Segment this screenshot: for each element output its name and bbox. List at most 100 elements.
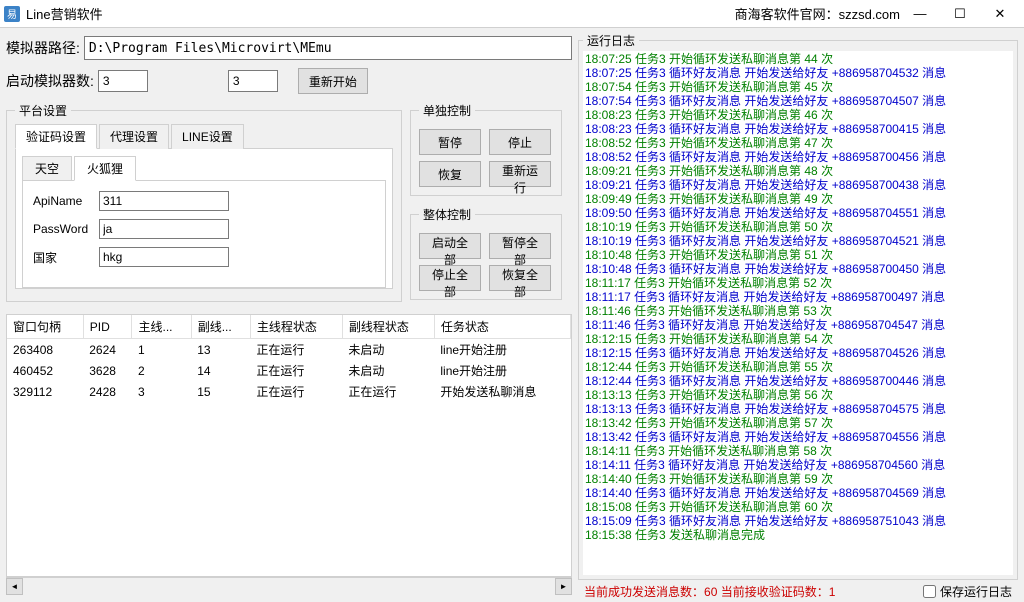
log-line: 18:11:17 任务3 循环好友消息 开始发送给好友 +88695870049… bbox=[585, 290, 1011, 304]
emulator-count-input-2[interactable] bbox=[228, 70, 278, 92]
table-cell: 13 bbox=[191, 339, 250, 361]
count-label: 启动模拟器数: bbox=[6, 71, 94, 91]
resume-button[interactable]: 恢复 bbox=[419, 161, 481, 187]
save-log-checkbox[interactable] bbox=[923, 585, 936, 598]
apiname-input[interactable] bbox=[99, 191, 229, 211]
log-line: 18:14:11 任务3 循环好友消息 开始发送给好友 +88695870456… bbox=[585, 458, 1011, 472]
close-button[interactable]: ✕ bbox=[980, 0, 1020, 28]
log-line: 18:09:21 任务3 开始循环发送私聊消息第 48 次 bbox=[585, 164, 1011, 178]
table-row[interactable]: 2634082624113正在运行未启动line开始注册 bbox=[7, 339, 571, 361]
log-line: 18:10:19 任务3 循环好友消息 开始发送给好友 +88695870452… bbox=[585, 234, 1011, 248]
process-table[interactable]: 窗口句柄PID主线...副线...主线程状态副线程状态任务状态 26340826… bbox=[6, 314, 572, 577]
table-cell: 正在运行 bbox=[250, 339, 342, 361]
log-line: 18:12:15 任务3 循环好友消息 开始发送给好友 +88695870452… bbox=[585, 346, 1011, 360]
table-header[interactable]: 窗口句柄 bbox=[7, 315, 83, 339]
log-line: 18:10:48 任务3 开始循环发送私聊消息第 51 次 bbox=[585, 248, 1011, 262]
table-cell: 15 bbox=[191, 381, 250, 402]
password-label: PassWord bbox=[33, 222, 99, 236]
log-line: 18:15:09 任务3 循环好友消息 开始发送给好友 +88695875104… bbox=[585, 514, 1011, 528]
table-header[interactable]: 主线程状态 bbox=[250, 315, 342, 339]
table-cell: 正在运行 bbox=[250, 381, 342, 402]
log-line: 18:13:42 任务3 开始循环发送私聊消息第 57 次 bbox=[585, 416, 1011, 430]
log-line: 18:12:44 任务3 循环好友消息 开始发送给好友 +88695870044… bbox=[585, 374, 1011, 388]
log-line: 18:14:40 任务3 开始循环发送私聊消息第 59 次 bbox=[585, 472, 1011, 486]
table-cell: line开始注册 bbox=[434, 339, 570, 361]
table-header[interactable]: 任务状态 bbox=[434, 315, 570, 339]
table-cell: 3 bbox=[132, 381, 191, 402]
table-cell: 2 bbox=[132, 360, 191, 381]
log-line: 18:10:19 任务3 开始循环发送私聊消息第 50 次 bbox=[585, 220, 1011, 234]
app-icon: 易 bbox=[4, 6, 20, 22]
horizontal-scrollbar[interactable]: ◄ ► bbox=[6, 577, 572, 594]
stop-button[interactable]: 停止 bbox=[489, 129, 551, 155]
table-header[interactable]: 副线程状态 bbox=[342, 315, 434, 339]
path-label: 模拟器路径: bbox=[6, 38, 80, 58]
tab-captcha[interactable]: 验证码设置 bbox=[15, 124, 97, 149]
table-header[interactable]: 主线... bbox=[132, 315, 191, 339]
log-line: 18:08:52 任务3 循环好友消息 开始发送给好友 +88695870045… bbox=[585, 150, 1011, 164]
country-input[interactable] bbox=[99, 247, 229, 267]
overall-control-group: 整体控制 启动全部 暂停全部 停止全部 恢复全部 bbox=[410, 206, 562, 300]
log-line: 18:12:44 任务3 开始循环发送私聊消息第 55 次 bbox=[585, 360, 1011, 374]
log-line: 18:08:23 任务3 循环好友消息 开始发送给好友 +88695870041… bbox=[585, 122, 1011, 136]
log-line: 18:15:08 任务3 开始循环发送私聊消息第 60 次 bbox=[585, 500, 1011, 514]
overall-control-legend: 整体控制 bbox=[419, 206, 475, 223]
save-log-label: 保存运行日志 bbox=[940, 583, 1012, 600]
titlebar: 易 Line营销软件 商海客软件官网：szzsd.com — ☐ ✕ bbox=[0, 0, 1024, 28]
log-line: 18:07:54 任务3 开始循环发送私聊消息第 45 次 bbox=[585, 80, 1011, 94]
pause-button[interactable]: 暂停 bbox=[419, 129, 481, 155]
table-cell: 2428 bbox=[83, 381, 132, 402]
log-line: 18:12:15 任务3 开始循环发送私聊消息第 54 次 bbox=[585, 332, 1011, 346]
log-line: 18:11:17 任务3 开始循环发送私聊消息第 52 次 bbox=[585, 276, 1011, 290]
password-input[interactable] bbox=[99, 219, 229, 239]
log-output[interactable]: 18:07:25 任务3 开始循环发送私聊消息第 44 次18:07:25 任务… bbox=[583, 51, 1013, 575]
table-header[interactable]: PID bbox=[83, 315, 132, 339]
log-line: 18:15:38 任务3 发送私聊消息完成 bbox=[585, 528, 1011, 542]
run-log-legend: 运行日志 bbox=[583, 32, 639, 49]
minimize-button[interactable]: — bbox=[900, 0, 940, 28]
table-cell: 未启动 bbox=[342, 360, 434, 381]
subtab-tiankong[interactable]: 天空 bbox=[22, 156, 72, 181]
log-line: 18:10:48 任务3 循环好友消息 开始发送给好友 +88695870045… bbox=[585, 262, 1011, 276]
pause-all-button[interactable]: 暂停全部 bbox=[489, 233, 551, 259]
single-control-legend: 单独控制 bbox=[419, 102, 475, 119]
website-label: 商海客软件官网：szzsd.com bbox=[735, 4, 900, 23]
maximize-button[interactable]: ☐ bbox=[940, 0, 980, 28]
tab-line[interactable]: LINE设置 bbox=[171, 124, 244, 149]
table-row[interactable]: 3291122428315正在运行正在运行开始发送私聊消息 bbox=[7, 381, 571, 402]
save-log-checkbox-wrap[interactable]: 保存运行日志 bbox=[923, 583, 1012, 600]
rerun-button[interactable]: 重新运行 bbox=[489, 161, 551, 187]
log-line: 18:11:46 任务3 开始循环发送私聊消息第 53 次 bbox=[585, 304, 1011, 318]
table-cell: 263408 bbox=[7, 339, 83, 361]
platform-settings-legend: 平台设置 bbox=[15, 102, 71, 119]
run-log-group: 运行日志 18:07:25 任务3 开始循环发送私聊消息第 44 次18:07:… bbox=[578, 32, 1018, 580]
log-line: 18:09:49 任务3 开始循环发送私聊消息第 49 次 bbox=[585, 192, 1011, 206]
table-cell: 14 bbox=[191, 360, 250, 381]
table-cell: 正在运行 bbox=[250, 360, 342, 381]
start-all-button[interactable]: 启动全部 bbox=[419, 233, 481, 259]
log-line: 18:14:11 任务3 开始循环发送私聊消息第 58 次 bbox=[585, 444, 1011, 458]
log-line: 18:07:54 任务3 循环好友消息 开始发送给好友 +88695870450… bbox=[585, 94, 1011, 108]
log-line: 18:07:25 任务3 循环好友消息 开始发送给好友 +88695870453… bbox=[585, 66, 1011, 80]
tab-proxy[interactable]: 代理设置 bbox=[99, 124, 169, 149]
table-cell: 开始发送私聊消息 bbox=[434, 381, 570, 402]
emulator-count-input-1[interactable] bbox=[98, 70, 148, 92]
stop-all-button[interactable]: 停止全部 bbox=[419, 265, 481, 291]
window-title: Line营销软件 bbox=[26, 4, 103, 23]
table-cell: line开始注册 bbox=[434, 360, 570, 381]
log-line: 18:08:52 任务3 开始循环发送私聊消息第 47 次 bbox=[585, 136, 1011, 150]
scroll-left-arrow[interactable]: ◄ bbox=[6, 578, 23, 595]
table-cell: 329112 bbox=[7, 381, 83, 402]
table-cell: 460452 bbox=[7, 360, 83, 381]
subtab-huohuli[interactable]: 火狐狸 bbox=[74, 156, 136, 181]
scroll-right-arrow[interactable]: ► bbox=[555, 578, 572, 595]
restart-button[interactable]: 重新开始 bbox=[298, 68, 368, 94]
table-header[interactable]: 副线... bbox=[191, 315, 250, 339]
emulator-path-input[interactable] bbox=[84, 36, 572, 60]
log-line: 18:09:50 任务3 循环好友消息 开始发送给好友 +88695870455… bbox=[585, 206, 1011, 220]
log-line: 18:13:13 任务3 循环好友消息 开始发送给好友 +88695870457… bbox=[585, 402, 1011, 416]
table-row[interactable]: 4604523628214正在运行未启动line开始注册 bbox=[7, 360, 571, 381]
table-cell: 未启动 bbox=[342, 339, 434, 361]
resume-all-button[interactable]: 恢复全部 bbox=[489, 265, 551, 291]
log-line: 18:08:23 任务3 开始循环发送私聊消息第 46 次 bbox=[585, 108, 1011, 122]
